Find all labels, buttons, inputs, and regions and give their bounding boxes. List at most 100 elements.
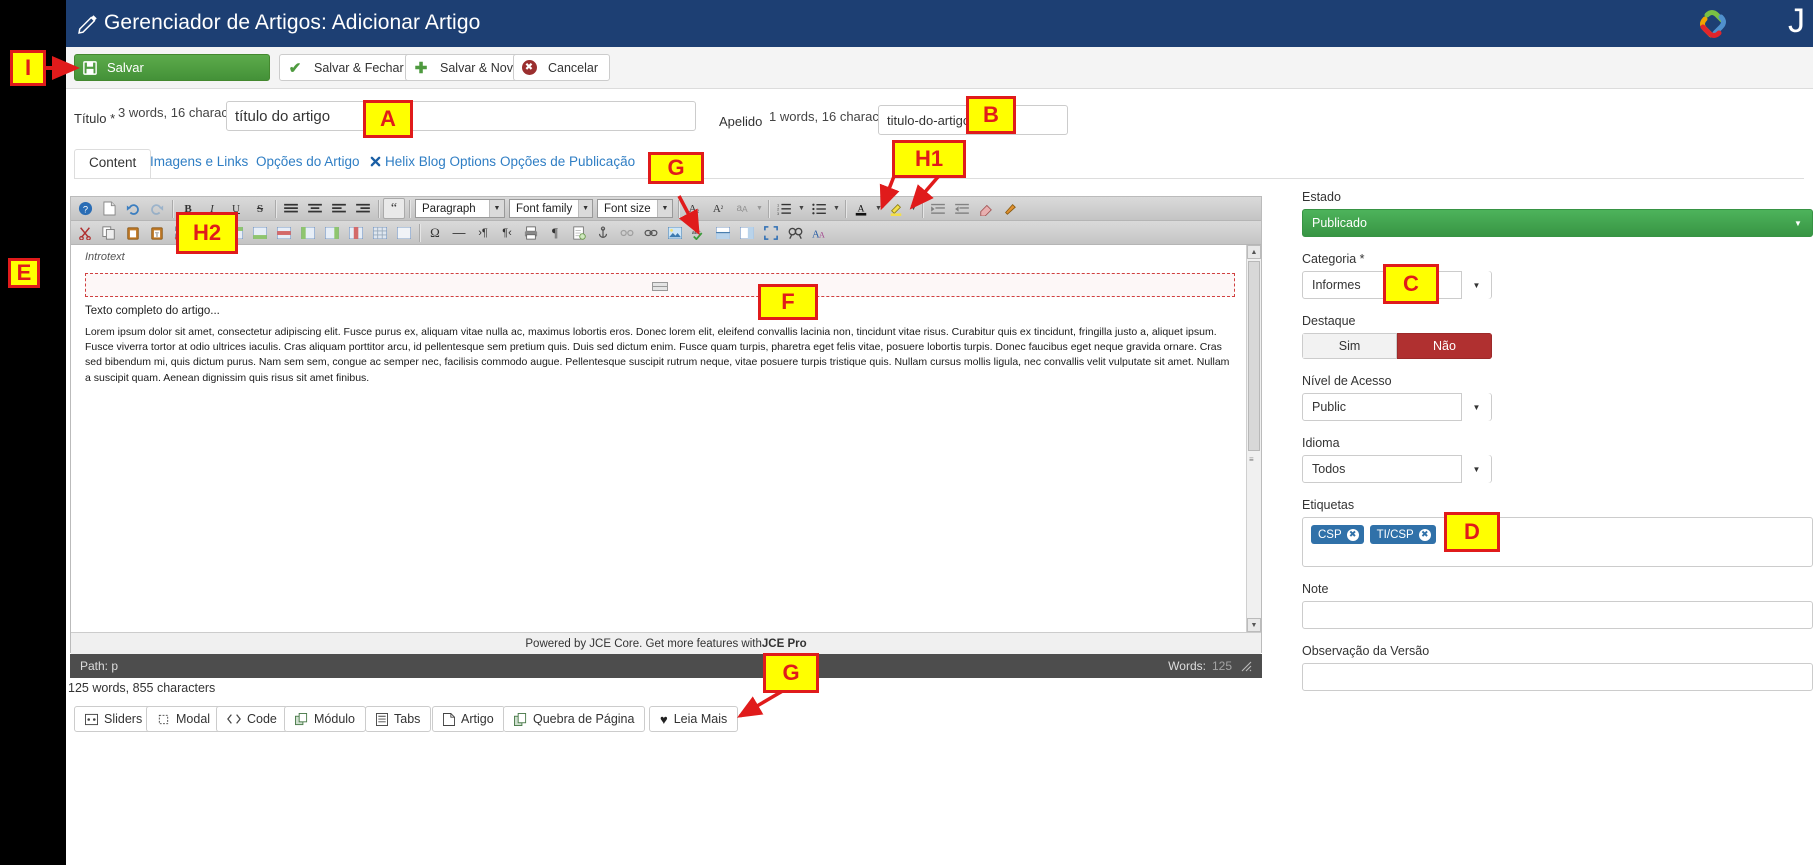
cancel-button[interactable]: ✖ Cancelar [513,54,611,81]
numbered-list-icon[interactable]: 123 [773,198,795,219]
print-icon[interactable] [520,222,542,243]
svg-text:A: A [819,230,825,239]
new-document-icon[interactable] [98,198,120,219]
joomla-wordmark: J [1788,2,1805,40]
rtl-icon[interactable]: ¶‹ [496,222,518,243]
tabs-button[interactable]: Tabs [365,706,432,732]
unlink-icon[interactable] [616,222,638,243]
chevron-down-icon[interactable]: ▼ [908,198,919,219]
save-button[interactable]: Salvar [74,54,270,81]
destaque-nao-option[interactable]: Não [1397,333,1492,359]
styles-icon[interactable]: AA [808,222,830,243]
readmore-icon[interactable] [712,222,734,243]
bullet-list-icon[interactable] [808,198,830,219]
delete-row-icon[interactable] [273,222,295,243]
idioma-select[interactable]: Todos ▼ [1302,455,1492,483]
horizontal-rule-icon[interactable]: — [448,222,470,243]
delete-column-icon[interactable] [345,222,367,243]
chevron-down-icon[interactable]: ▼ [796,198,807,219]
text-color-icon[interactable]: A [850,198,872,219]
chevron-down-icon[interactable]: ▼ [873,198,884,219]
editor-scrollbar[interactable]: ▲ ≡ ▼ [1246,245,1261,632]
special-character-icon[interactable]: Ω [424,222,446,243]
modulo-button[interactable]: Módulo [284,706,366,732]
estado-select[interactable]: Publicado ▼ [1302,209,1813,237]
insert-column-after-icon[interactable] [321,222,343,243]
font-family-select[interactable]: Font family ▼ [509,199,593,218]
code-button[interactable]: Code [216,706,288,732]
resize-grip-icon[interactable] [1240,660,1252,672]
modal-button[interactable]: Modal [146,706,222,732]
tag-remove-icon[interactable]: ✖ [1346,528,1359,541]
etiquetas-input[interactable]: CSP ✖ TI/CSP ✖ [1302,517,1813,567]
note-input[interactable] [1302,601,1813,629]
split-cells-icon[interactable] [393,222,415,243]
align-left-icon[interactable] [328,198,350,219]
tab-opcoes-de-publicacao[interactable]: Opções de Publicação [486,149,649,179]
eraser-icon[interactable] [975,198,997,219]
title-input[interactable]: título do artigo [226,101,696,131]
artigo-button[interactable]: Artigo [432,706,505,732]
blockquote-icon[interactable]: “ [383,198,405,219]
search-replace-icon[interactable] [784,222,806,243]
annotation-D: D [1444,512,1500,552]
align-center-icon[interactable] [304,198,326,219]
insert-column-before-icon[interactable] [297,222,319,243]
read-more-divider[interactable] [85,273,1235,297]
merge-cells-icon[interactable] [369,222,391,243]
highlight-color-icon[interactable] [885,198,907,219]
scroll-up-icon[interactable]: ▲ [1247,245,1261,259]
indent-icon[interactable] [927,198,949,219]
show-invisibles-icon[interactable]: ¶ [544,222,566,243]
superscript-icon[interactable]: A² [707,198,729,219]
destaque-toggle[interactable]: Sim Não [1302,333,1492,359]
undo-icon[interactable] [122,198,144,219]
editor-insert-buttons: Sliders Modal Code Módulo Tabs Artigo Qu… [66,706,1813,736]
editor-content-area[interactable]: Introtext Texto completo do artigo... Lo… [71,245,1261,632]
observacao-input[interactable] [1302,663,1813,691]
paint-icon[interactable] [999,198,1021,219]
paste-as-text-icon[interactable]: T [146,222,168,243]
destaque-sim-option[interactable]: Sim [1302,333,1397,359]
scroll-down-icon[interactable]: ▼ [1247,618,1261,632]
strikethrough-icon[interactable]: S [249,198,271,219]
tag-chip[interactable]: CSP ✖ [1311,525,1364,544]
field-estado: Estado Publicado ▼ [1302,190,1813,237]
link-icon[interactable] [640,222,662,243]
remove-format-icon[interactable]: aA [731,198,753,219]
anchor-icon[interactable] [592,222,614,243]
tag-chip[interactable]: TI/CSP ✖ [1369,525,1436,544]
subscript-icon[interactable]: A₂ [683,198,705,219]
leia-mais-button[interactable]: ♥ Leia Mais [649,706,739,732]
insert-row-after-icon[interactable] [249,222,271,243]
quebra-de-pagina-button[interactable]: Quebra de Página [503,706,646,732]
font-size-select[interactable]: Font size ▼ [597,199,673,218]
outdent-icon[interactable] [951,198,973,219]
fullscreen-icon[interactable] [760,222,782,243]
cut-icon[interactable] [74,222,96,243]
source-code-icon[interactable] [568,222,590,243]
save-and-close-button[interactable]: ✔ Salvar & Fechar [279,54,416,81]
ltr-icon[interactable]: ›¶ [472,222,494,243]
chevron-down-icon[interactable]: ▼ [831,198,842,219]
chevron-down-icon[interactable]: ▼ [754,198,765,219]
help-icon[interactable]: ? [74,198,96,219]
scroll-thumb[interactable] [1248,261,1260,451]
chevron-down-icon: ▼ [1794,218,1802,228]
sliders-button[interactable]: Sliders [74,706,154,732]
tag-remove-icon[interactable]: ✖ [1418,528,1431,541]
copy-icon[interactable] [98,222,120,243]
paste-icon[interactable] [122,222,144,243]
save-disk-icon [75,55,105,80]
paragraph-format-select[interactable]: Paragraph ▼ [415,199,505,218]
jce-pro-link[interactable]: JCE Pro [762,638,807,650]
pagebreak-icon[interactable] [736,222,758,243]
redo-icon[interactable] [146,198,168,219]
align-right-icon[interactable] [352,198,374,219]
toolbar-separator [419,223,420,242]
image-icon[interactable] [664,222,686,243]
spellcheck-icon[interactable]: abc [688,222,710,243]
tab-opcoes-do-artigo[interactable]: Opções do Artigo [242,149,374,179]
nivel-acesso-select[interactable]: Public ▼ [1302,393,1492,421]
align-justify-icon[interactable] [280,198,302,219]
